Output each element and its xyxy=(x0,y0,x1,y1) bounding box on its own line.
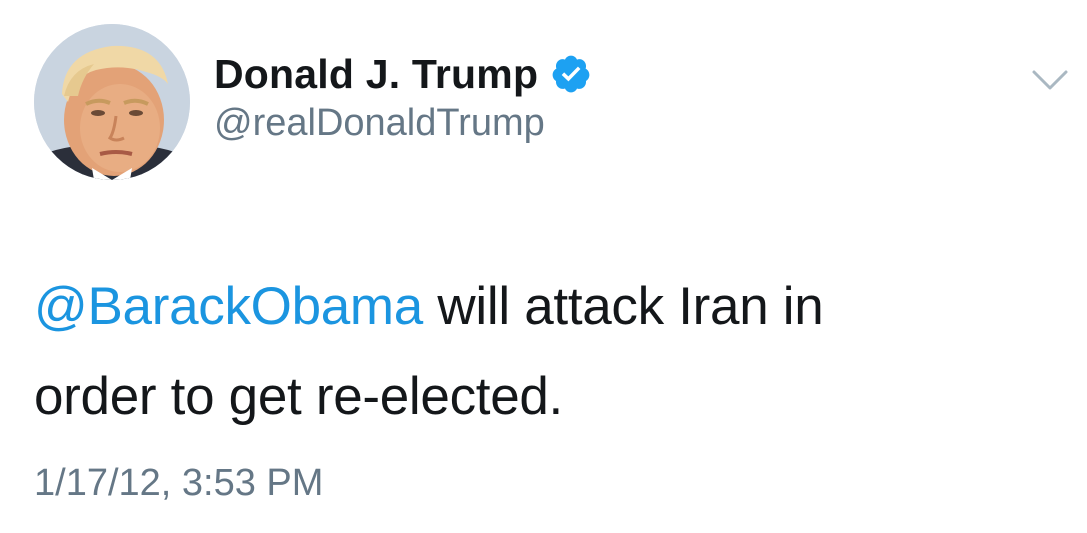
avatar[interactable] xyxy=(34,24,190,180)
tweet-text-line1: will attack Iran in xyxy=(422,277,824,336)
author-handle[interactable]: @realDonaldTrump xyxy=(214,102,545,145)
chevron-down-icon[interactable] xyxy=(1030,66,1070,94)
tweet-timestamp[interactable]: 1/17/12, 3:53 PM xyxy=(34,462,323,505)
tweet-text-line2: order to get re-elected. xyxy=(34,367,563,426)
profile-photo-icon xyxy=(34,24,190,180)
author-name-row[interactable]: Donald J. Trump xyxy=(214,44,592,104)
mention-link[interactable]: @BarackObama xyxy=(34,277,423,336)
tweet-body: @BarackObama will attack Iran in order t… xyxy=(34,262,1044,442)
verified-badge-icon xyxy=(550,53,592,95)
author-display-name[interactable]: Donald J. Trump xyxy=(214,51,538,98)
tweet-card: Donald J. Trump @realDonaldTrump @Barack… xyxy=(0,0,1087,533)
